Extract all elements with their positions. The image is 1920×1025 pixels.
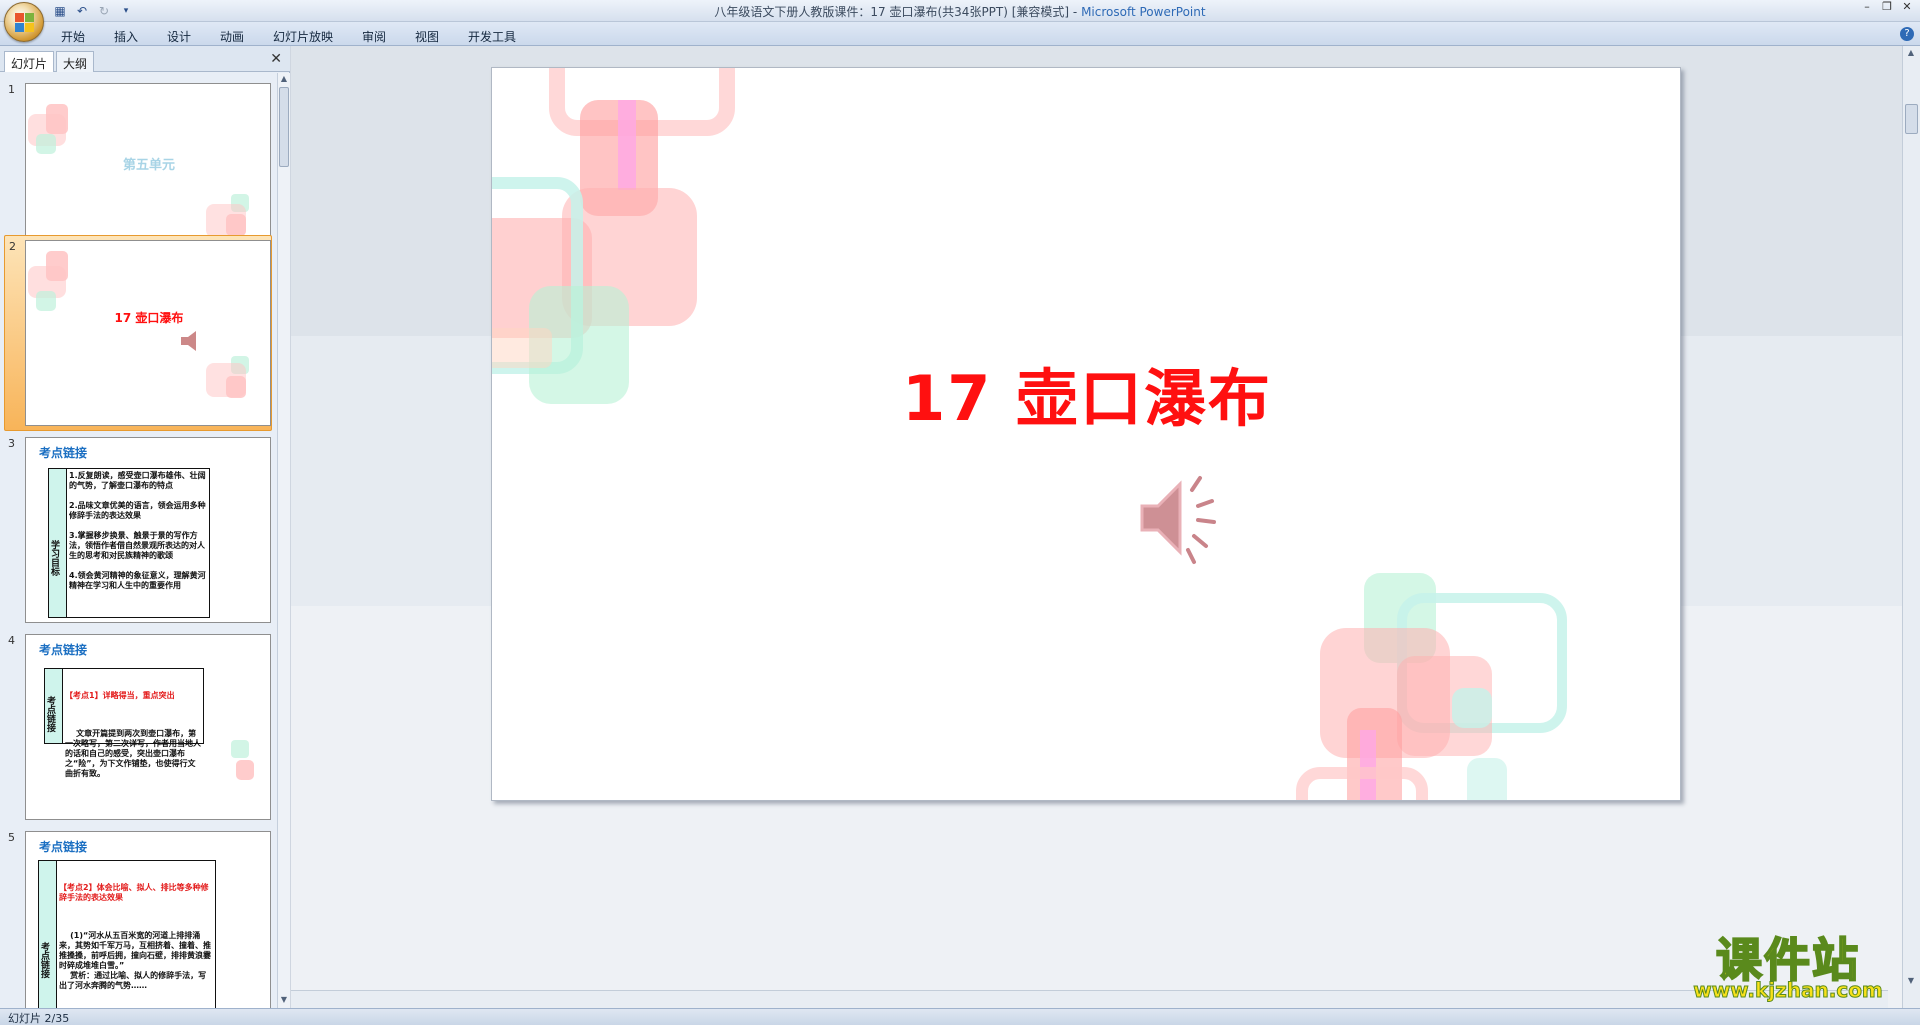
scroll-up-icon[interactable]: ▲: [279, 74, 289, 86]
tab-slideshow[interactable]: 幻灯片放映: [273, 28, 333, 45]
title-bar: ▦ ↶ ↻ ▾ 八年级语文下册人教版课件：17 壶口瀑布(共34张PPT) [兼…: [0, 0, 1920, 22]
slide-counter: 幻灯片 2/35: [8, 1012, 70, 1025]
thumbnail-body: 1.反复朗读，感受壶口瀑布雄伟、壮阔的气势，了解壶口瀑布的特点 2.品味文章优美…: [69, 471, 206, 590]
thumbnail-title: 第五单元: [122, 158, 175, 173]
title-separator: -: [1069, 5, 1082, 19]
slide-number: 1: [8, 83, 15, 96]
thumbnail-slot[interactable]: 4 考点链接 考点链接 【考点1】详略得当，重点突出 文章开篇提到两次到壶口瀑布…: [4, 630, 272, 826]
thumbnail-heading: 考点链接: [39, 446, 88, 460]
thumbnail-content-box: 考点链接 【考点2】体会比喻、拟人、排比等多种修辞手法的表达效果 (1)“河水从…: [38, 860, 216, 1008]
slide-title[interactable]: 17 壶口瀑布: [492, 348, 1680, 438]
window-controls: – ❐ ✕: [1858, 1, 1916, 15]
window-title: 八年级语文下册人教版课件：17 壶口瀑布(共34张PPT) [兼容模式] - M…: [0, 3, 1920, 20]
status-bar: 幻灯片 2/35: [0, 1008, 1920, 1025]
office-button[interactable]: [4, 2, 44, 42]
thumbnail-point: 【考点1】详略得当，重点突出: [65, 691, 175, 700]
slide-thumbnail[interactable]: 考点链接 考点链接 【考点2】体会比喻、拟人、排比等多种修辞手法的表达效果 (1…: [25, 831, 271, 1008]
thumbnail-point: 【考点2】体会比喻、拟人、排比等多种修辞手法的表达效果: [59, 883, 209, 902]
thumbnail-list: 1 第五单元 2 17 壶口瀑布 3 考点链接 学习目标 1.反复朗读，感受壶口…: [0, 73, 276, 1008]
slide-number: 2: [9, 240, 16, 253]
thumbnail-content-box: 学习目标 1.反复朗读，感受壶口瀑布雄伟、壮阔的气势，了解壶口瀑布的特点 2.品…: [48, 468, 210, 618]
slide-number: 5: [8, 831, 15, 844]
slide-canvas[interactable]: 17 壶口瀑布: [491, 67, 1681, 801]
thumbnail-body-wrap: 【考点2】体会比喻、拟人、排比等多种修辞手法的表达效果 (1)“河水从五百米宽的…: [59, 863, 213, 1008]
tab-insert[interactable]: 插入: [114, 28, 138, 45]
close-icon[interactable]: ✕: [270, 51, 282, 67]
scroll-up-icon[interactable]: ▲: [1906, 48, 1916, 60]
thumbnail-content-box: 考点链接 【考点1】详略得当，重点突出 文章开篇提到两次到壶口瀑布，第一次略写，…: [44, 668, 204, 778]
help-icon[interactable]: ?: [1900, 27, 1914, 41]
tab-developer[interactable]: 开发工具: [468, 28, 516, 45]
tab-review[interactable]: 审阅: [362, 28, 386, 45]
thumbnail-scrollbar[interactable]: ▲ ▼: [277, 73, 290, 1008]
thumbnail-side-label: 考点链接: [45, 669, 63, 743]
thumbnail-side-label: 考点链接: [39, 861, 57, 1008]
slide-thumbnail[interactable]: 考点链接 考点链接 【考点1】详略得当，重点突出 文章开篇提到两次到壶口瀑布，第…: [25, 634, 271, 820]
restore-icon[interactable]: ❐: [1878, 1, 1896, 15]
scroll-thumb[interactable]: [1905, 104, 1918, 134]
thumbnail-body-wrap: 【考点1】详略得当，重点突出 文章开篇提到两次到壶口瀑布，第一次略写，第二次详写…: [65, 671, 201, 799]
pane-tabs: 幻灯片 大纲 ✕: [0, 46, 290, 72]
ribbon-tabs: 开始 插入 设计 动画 幻灯片放映 审阅 视图 开发工具 ?: [0, 22, 1920, 46]
document-title: 八年级语文下册人教版课件：17 壶口瀑布(共34张PPT) [兼容模式]: [714, 5, 1070, 19]
editor-scrollbar[interactable]: ▲ ▼: [1902, 46, 1920, 1008]
thumbnail-slot[interactable]: 5 考点链接 考点链接 【考点2】体会比喻、拟人、排比等多种修辞手法的表达效果 …: [4, 827, 272, 1008]
minimize-icon[interactable]: –: [1858, 1, 1876, 15]
thumbnail-slot[interactable]: 3 考点链接 学习目标 1.反复朗读，感受壶口瀑布雄伟、壮阔的气势，了解壶口瀑布…: [4, 433, 272, 629]
thumbnail-decoration: [28, 251, 249, 398]
slide-thumbnail[interactable]: 17 壶口瀑布: [25, 240, 271, 426]
tab-animation[interactable]: 动画: [220, 28, 244, 45]
thumbnail-body: 文章开篇提到两次到壶口瀑布，第一次略写，第二次详写，作者用当地人的话和自己的感受…: [65, 729, 201, 778]
slides-pane: 幻灯片 大纲 ✕ 1 第五单元 2 17 壶口瀑布 3 考点链接 学习目标 1.…: [0, 46, 290, 1008]
tab-outline[interactable]: 大纲: [56, 51, 95, 72]
thumbnail-heading: 考点链接: [39, 840, 88, 854]
thumbnail-title: 17 壶口瀑布: [114, 311, 184, 325]
watermark-logo: 课件站 www.kjzhan.com: [1668, 924, 1908, 1006]
app-name: Microsoft PowerPoint: [1081, 5, 1206, 19]
thumbnail-slot-selected[interactable]: 2 17 壶口瀑布: [4, 235, 272, 431]
tab-home[interactable]: 开始: [61, 28, 85, 45]
scroll-down-icon[interactable]: ▼: [279, 995, 289, 1007]
slide-editor: 17 壶口瀑布: [291, 46, 1902, 1008]
scroll-thumb[interactable]: [279, 87, 289, 167]
tab-view[interactable]: 视图: [415, 28, 439, 45]
slide-number: 3: [8, 437, 15, 450]
thumbnail-heading: 考点链接: [39, 643, 88, 657]
tab-slides[interactable]: 幻灯片: [4, 51, 55, 72]
slide-thumbnail[interactable]: 考点链接 学习目标 1.反复朗读，感受壶口瀑布雄伟、壮阔的气势，了解壶口瀑布的特…: [25, 437, 271, 623]
slide-number: 4: [8, 634, 15, 647]
thumbnail-body: (1)“河水从五百米宽的河道上排排涌来，其势如千军万马，互相挤着、撞着、推推搡搡…: [59, 931, 211, 990]
horizontal-scrollbar[interactable]: [291, 990, 1888, 1008]
office-logo-icon: [15, 13, 35, 33]
watermark-url: www.kjzhan.com: [1693, 978, 1884, 1003]
tab-design[interactable]: 设计: [167, 28, 191, 45]
speaker-icon[interactable]: [1132, 468, 1232, 568]
close-icon[interactable]: ✕: [1898, 1, 1916, 15]
thumbnail-side-label: 学习目标: [49, 469, 67, 617]
